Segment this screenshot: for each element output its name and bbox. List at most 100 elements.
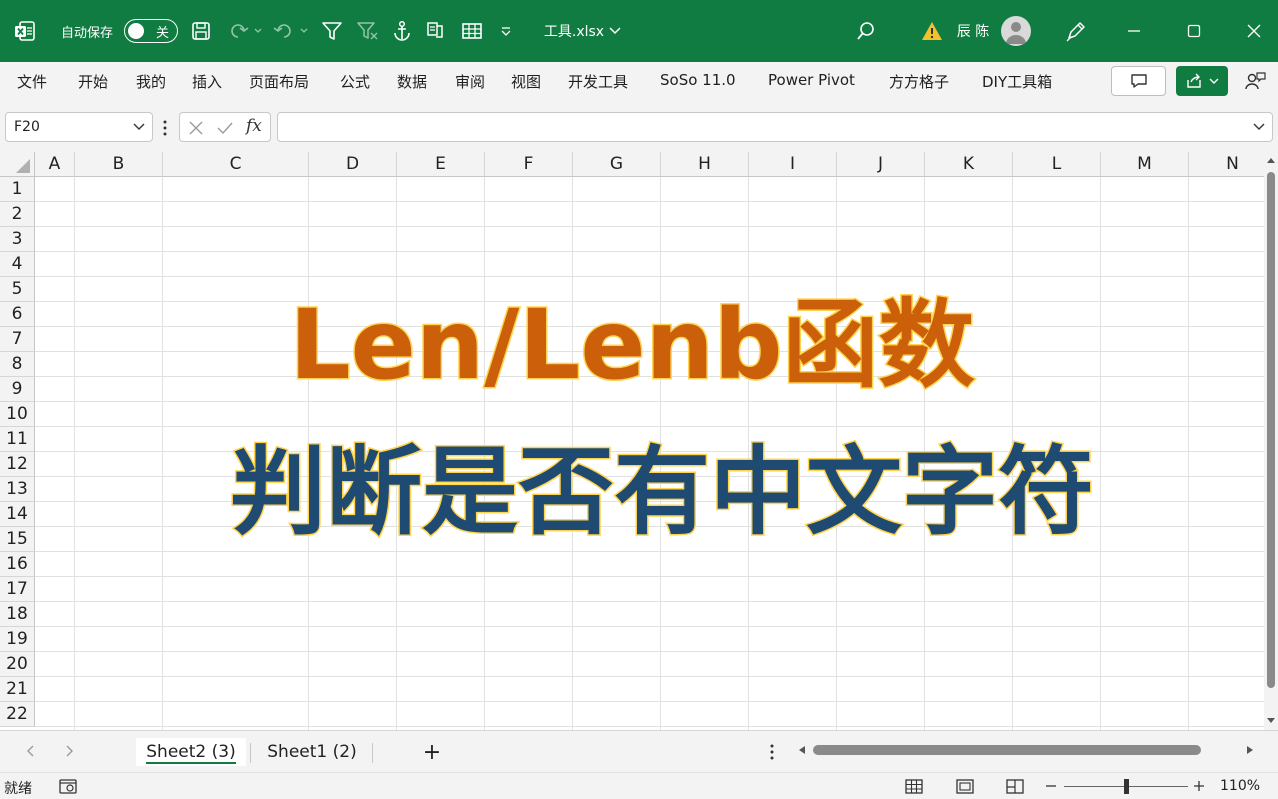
avatar[interactable]: [999, 0, 1033, 62]
row-header-17[interactable]: 17: [0, 577, 35, 602]
feedback-button[interactable]: [1240, 66, 1270, 96]
row-gridline: [35, 676, 1264, 677]
more-vertical-icon[interactable]: [161, 118, 169, 138]
formula-buttons: fx: [179, 112, 271, 142]
row-gridline: [35, 701, 1264, 702]
worksheet-grid[interactable]: ABCDEFGHIJKLMN 1 2 3 4 5 6 7 8 9 10 11 12 13 14 15 16 17…: [0, 152, 1264, 730]
user-name: 辰 陈: [956, 24, 990, 40]
page-break-view-icon[interactable]: [1005, 778, 1025, 795]
file-name-dropdown[interactable]: 工具.xlsx: [538, 0, 628, 62]
row-header-20[interactable]: 20: [0, 652, 35, 677]
file-name: 工具.xlsx: [543, 24, 605, 40]
customize-qat-icon[interactable]: [496, 0, 516, 62]
column-header-l[interactable]: L: [1013, 152, 1101, 177]
pen-icon[interactable]: [1062, 0, 1090, 62]
column-header-j[interactable]: J: [837, 152, 925, 177]
add-sheet-button[interactable]: +: [418, 738, 446, 766]
tab-developer[interactable]: 开发工具: [568, 71, 628, 92]
minimize-button[interactable]: [1118, 0, 1150, 62]
anchor-icon[interactable]: [389, 0, 415, 62]
scroll-left-icon[interactable]: [797, 745, 807, 755]
enter-check-icon[interactable]: [216, 120, 234, 136]
tab-diy-toolbox[interactable]: DIY工具箱: [982, 71, 1052, 92]
column-header-k[interactable]: K: [925, 152, 1013, 177]
tab-insert[interactable]: 插入: [192, 71, 222, 92]
expand-formula-icon[interactable]: [1252, 121, 1266, 133]
vertical-scrollbar[interactable]: [1264, 152, 1278, 730]
tab-home[interactable]: 开始: [78, 71, 108, 92]
scroll-right-icon[interactable]: [1245, 745, 1255, 755]
tab-data[interactable]: 数据: [397, 71, 427, 92]
row-header-16[interactable]: 16: [0, 552, 35, 577]
horizontal-scrollbar[interactable]: [797, 741, 1259, 759]
tab-soso[interactable]: SoSo 11.0: [660, 71, 736, 89]
tab-page-layout[interactable]: 页面布局: [249, 71, 309, 92]
more-vertical-icon[interactable]: [768, 743, 776, 761]
horizontal-scroll-thumb[interactable]: [813, 745, 1201, 755]
column-header-a[interactable]: A: [35, 152, 75, 177]
table-icon[interactable]: [459, 0, 485, 62]
formula-input[interactable]: [277, 112, 1273, 142]
tab-fangfang[interactable]: 方方格子: [889, 71, 949, 92]
row-gridline: [35, 626, 1264, 627]
tab-mine[interactable]: 我的: [136, 71, 166, 92]
chevron-right-icon[interactable]: [64, 744, 76, 758]
column-header-m[interactable]: M: [1101, 152, 1189, 177]
scroll-up-icon[interactable]: [1266, 156, 1276, 164]
column-header-n[interactable]: N: [1189, 152, 1264, 177]
tab-formulas[interactable]: 公式: [340, 71, 370, 92]
accessibility-icon[interactable]: [58, 778, 78, 795]
chevron-down-icon: [133, 123, 145, 130]
redo-icon[interactable]: [224, 0, 266, 62]
row-header-19[interactable]: 19: [0, 627, 35, 652]
autosave-toggle[interactable]: 关: [123, 0, 179, 62]
chevron-down-icon: [609, 27, 621, 35]
cancel-icon[interactable]: [188, 120, 204, 136]
row-header-21[interactable]: 21: [0, 677, 35, 702]
title-bar: 自动保存 关 工具.xlsx 辰 陈: [0, 0, 1278, 62]
search-icon[interactable]: [852, 0, 880, 62]
share-button[interactable]: [1176, 66, 1228, 96]
column-header-e[interactable]: E: [397, 152, 485, 177]
zoom-out-icon[interactable]: [1044, 779, 1058, 793]
undo-icon[interactable]: [270, 0, 312, 62]
sheet-tab-sheet2-3[interactable]: Sheet2 (3): [136, 738, 246, 766]
person-comment-icon: [1245, 72, 1266, 90]
column-header-h[interactable]: H: [661, 152, 749, 177]
scroll-down-icon[interactable]: [1266, 717, 1276, 725]
row-header-22[interactable]: 22: [0, 702, 35, 727]
insert-function-button[interactable]: fx: [246, 116, 262, 136]
format-painter-icon[interactable]: [424, 0, 450, 62]
tab-review[interactable]: 审阅: [455, 71, 485, 92]
tab-file[interactable]: 文件: [17, 71, 47, 92]
chevron-left-icon[interactable]: [24, 744, 36, 758]
zoom-level[interactable]: 110%: [1220, 778, 1260, 794]
normal-view-icon[interactable]: [904, 778, 924, 795]
clear-filter-icon[interactable]: [354, 0, 380, 62]
column-header-f[interactable]: F: [485, 152, 573, 177]
page-layout-view-icon[interactable]: [955, 778, 975, 795]
name-box[interactable]: F20: [5, 112, 153, 142]
row-header-3[interactable]: 3: [0, 227, 35, 252]
row-header-18[interactable]: 18: [0, 602, 35, 627]
column-header-g[interactable]: G: [573, 152, 661, 177]
row-header-1[interactable]: 1: [0, 177, 35, 202]
filter-icon[interactable]: [319, 0, 345, 62]
comments-button[interactable]: [1111, 66, 1166, 96]
warning-icon[interactable]: [920, 0, 944, 62]
tab-view[interactable]: 视图: [511, 71, 541, 92]
vertical-scroll-thumb[interactable]: [1267, 172, 1275, 688]
row-header-2[interactable]: 2: [0, 202, 35, 227]
close-button[interactable]: [1238, 0, 1270, 62]
tab-power-pivot[interactable]: Power Pivot: [768, 71, 855, 89]
column-header-c[interactable]: C: [163, 152, 309, 177]
select-all-corner[interactable]: [0, 152, 35, 177]
column-header-d[interactable]: D: [309, 152, 397, 177]
zoom-slider-thumb[interactable]: [1124, 779, 1129, 794]
column-header-i[interactable]: I: [749, 152, 837, 177]
sheet-tab-sheet1-2[interactable]: Sheet1 (2): [258, 738, 366, 766]
zoom-in-icon[interactable]: [1192, 779, 1206, 793]
column-header-b[interactable]: B: [75, 152, 163, 177]
save-icon[interactable]: [188, 0, 214, 62]
maximize-button[interactable]: [1178, 0, 1210, 62]
